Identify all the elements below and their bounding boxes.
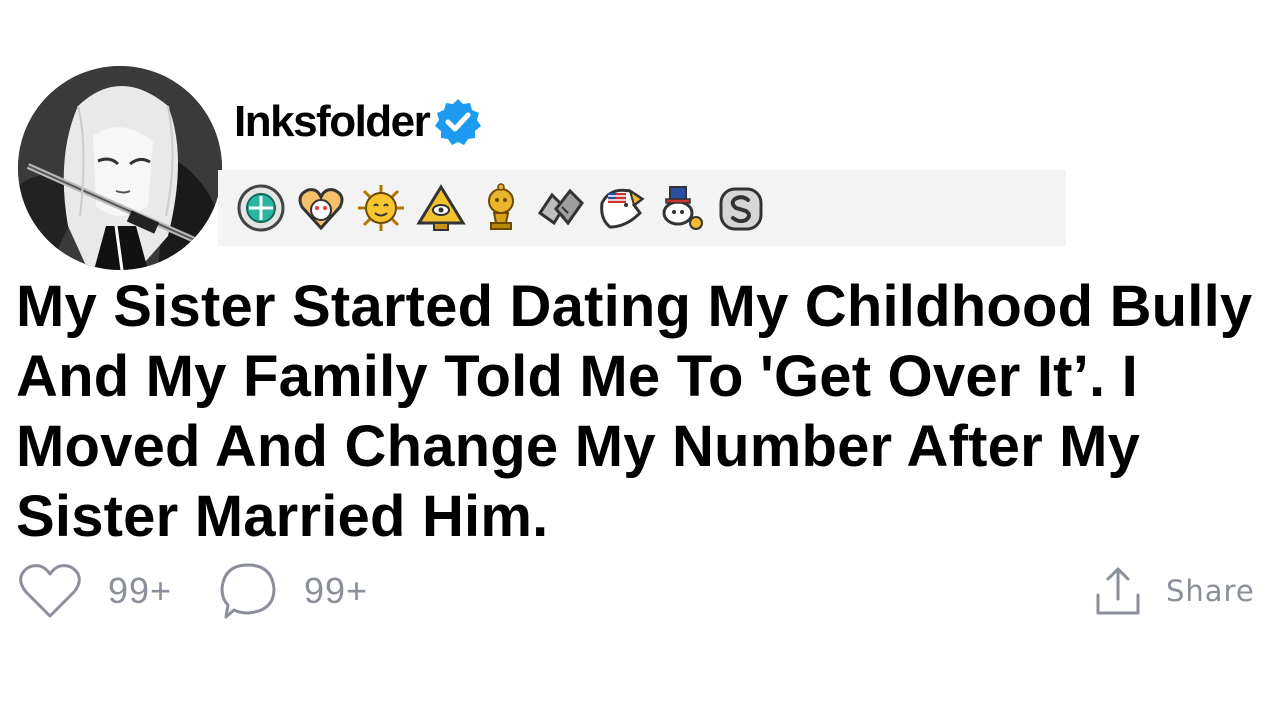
heart-snoo-award-icon[interactable] bbox=[296, 183, 346, 233]
comment-button[interactable]: 99+ bbox=[218, 560, 368, 622]
username[interactable]: Inksfolder bbox=[234, 100, 431, 144]
awards-bar bbox=[218, 170, 1066, 246]
post-title: My Sister Started Dating My Childhood Bu… bbox=[16, 274, 1253, 549]
avatar[interactable] bbox=[18, 66, 222, 270]
comment-bubble-icon bbox=[220, 563, 276, 619]
share-upload-icon bbox=[1096, 567, 1140, 615]
pyramid-eye-award-icon[interactable] bbox=[416, 183, 466, 233]
teal-gem-award-icon[interactable] bbox=[236, 183, 286, 233]
share-label: Share bbox=[1166, 574, 1255, 608]
snoo-uncle-sam-award-icon[interactable] bbox=[656, 183, 706, 233]
like-count: 99+ bbox=[108, 570, 173, 611]
like-button[interactable]: 99+ bbox=[18, 560, 172, 622]
sun-award-icon[interactable] bbox=[356, 183, 406, 233]
handshake-award-icon[interactable] bbox=[536, 183, 586, 233]
heart-icon bbox=[19, 564, 81, 618]
post-actions: 99+ 99+ Share bbox=[18, 560, 1268, 622]
anime-girl-with-sword-avatar bbox=[18, 66, 222, 270]
share-button[interactable]: Share bbox=[1094, 560, 1255, 622]
verified-badge-icon bbox=[433, 97, 483, 147]
gold-snoo-trophy-award-icon[interactable] bbox=[476, 183, 526, 233]
silver-s-coin-award-icon[interactable] bbox=[716, 183, 766, 233]
eagle-flag-award-icon[interactable] bbox=[596, 183, 646, 233]
author-row: Inksfolder bbox=[234, 94, 483, 150]
comment-count: 99+ bbox=[304, 570, 369, 611]
